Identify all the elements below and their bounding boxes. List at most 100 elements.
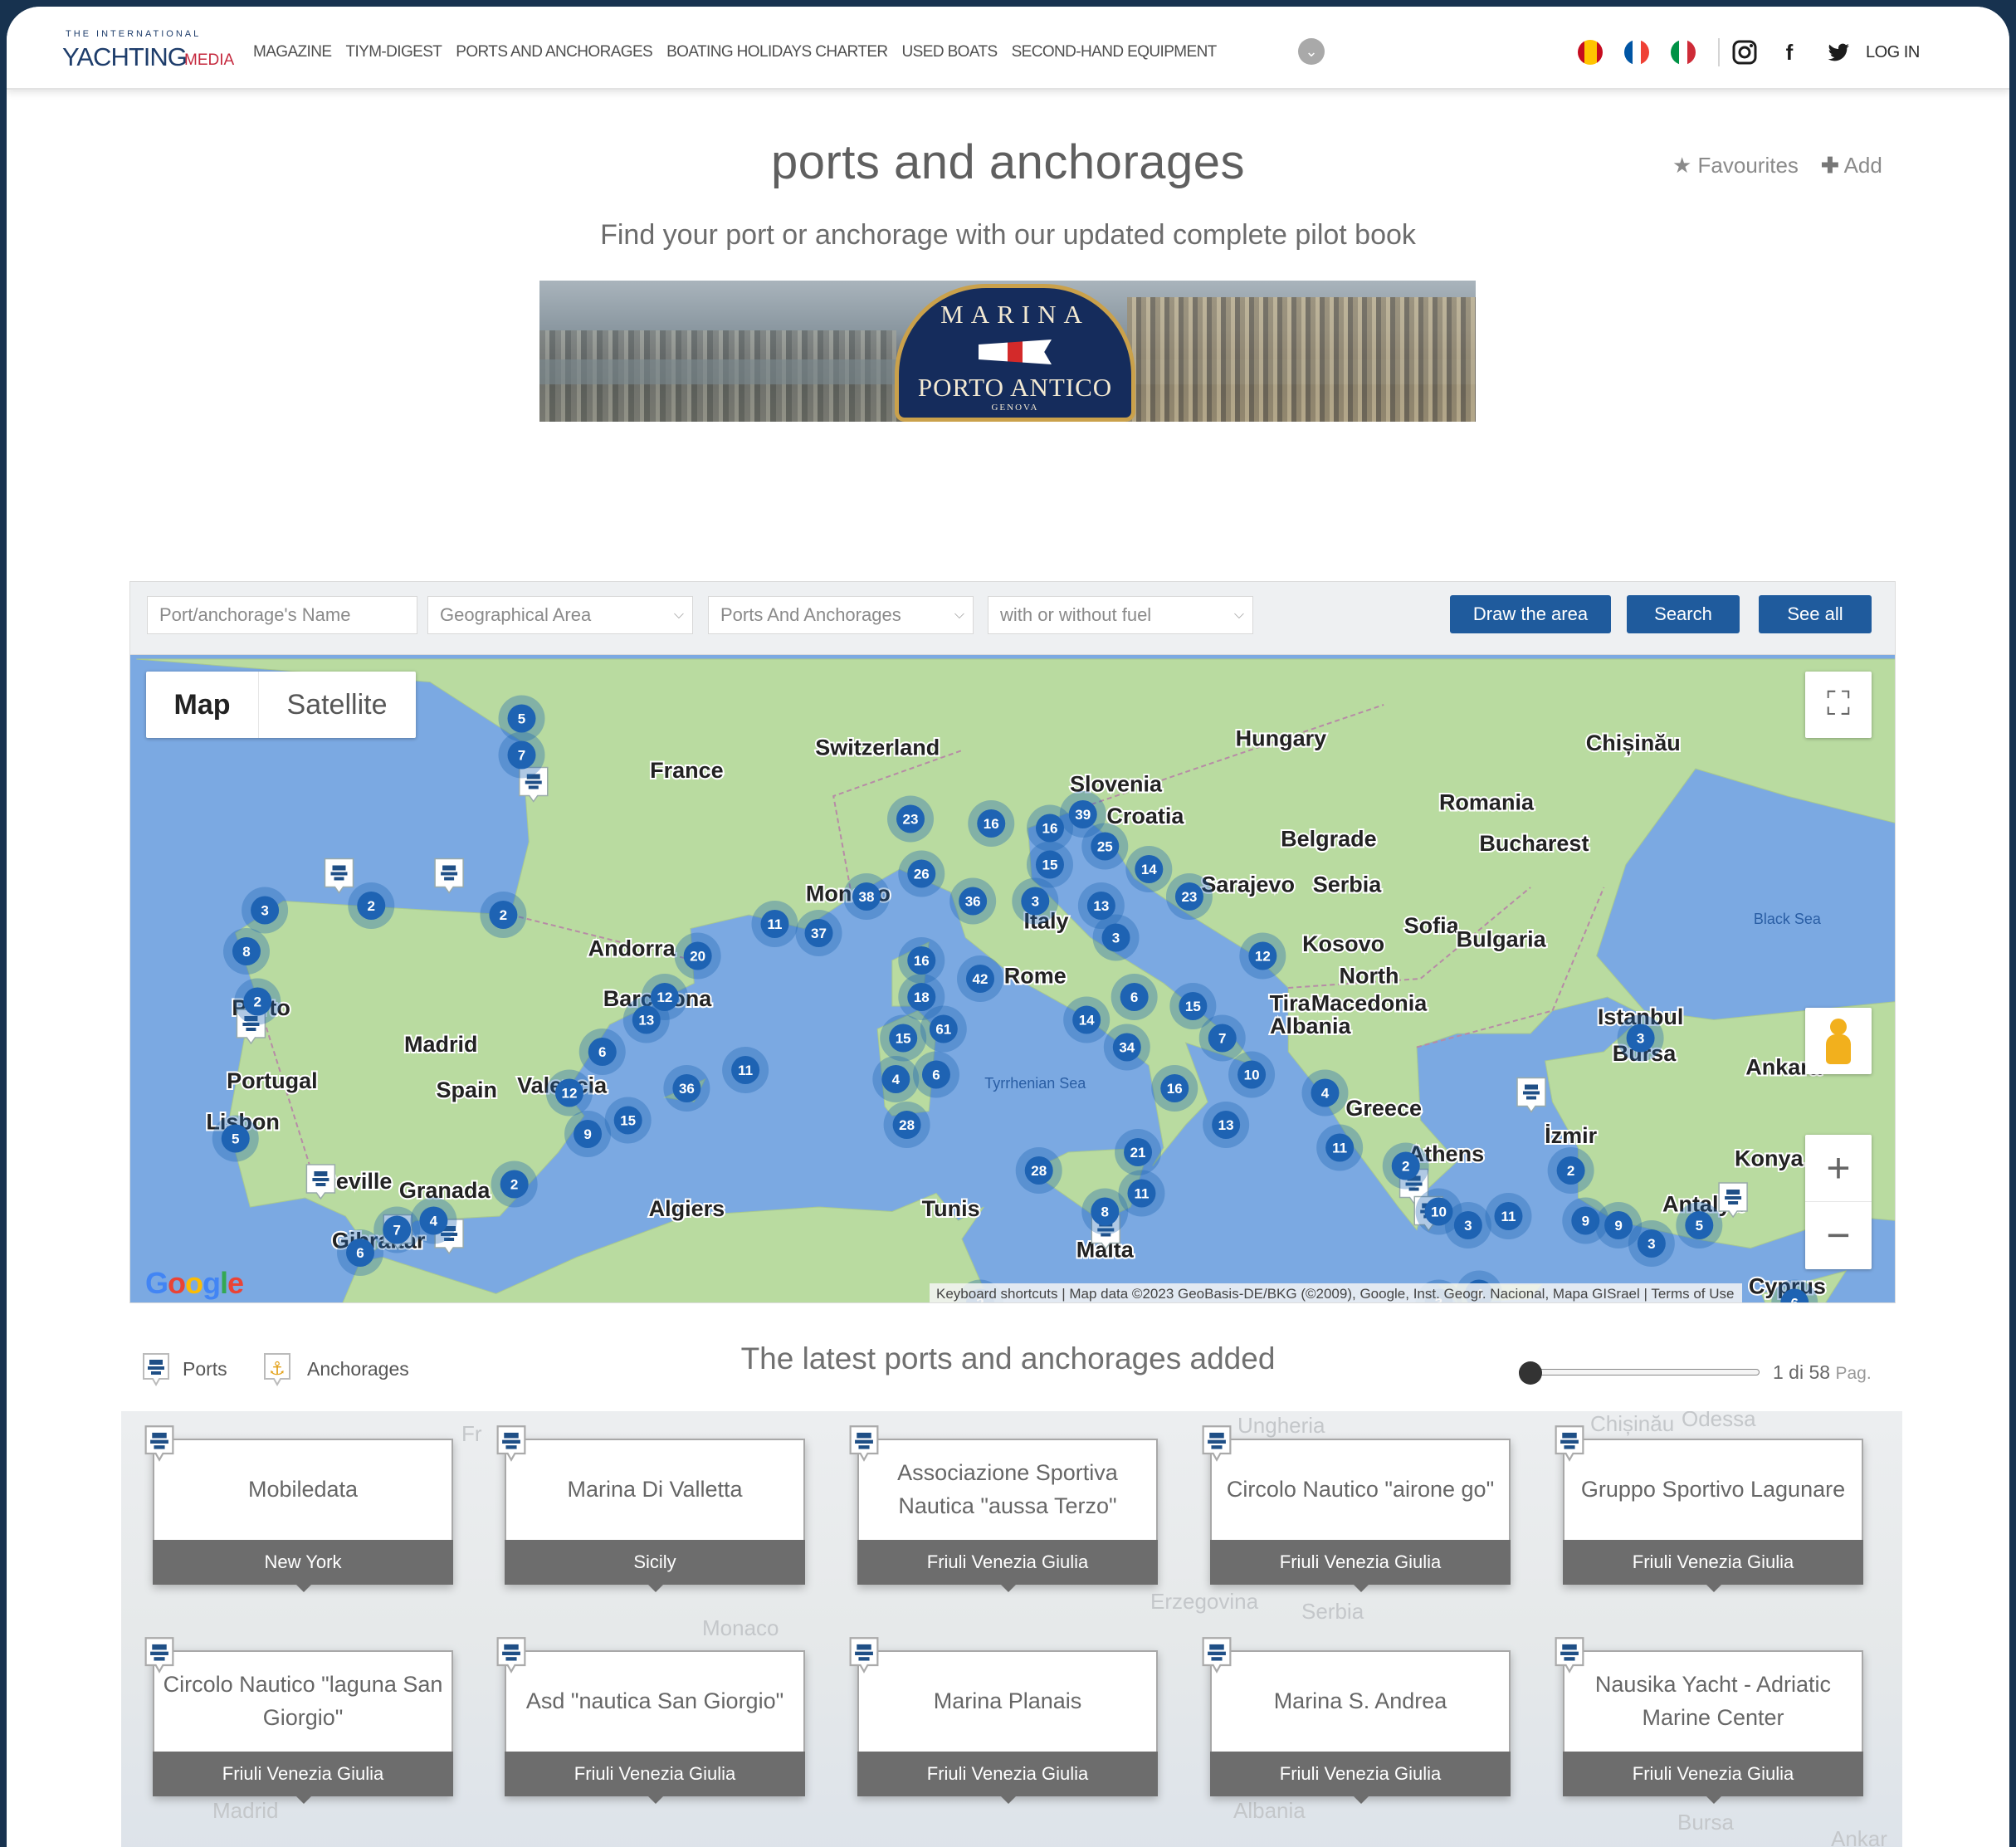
port-cluster-marker[interactable]: 3 [242,887,289,934]
instagram-icon[interactable] [1730,38,1759,66]
port-card[interactable]: Marina S. Andrea Friuli Venezia Giulia [1202,1637,1511,1804]
marina-porto-antico-banner[interactable]: MARINA PORTO ANTICO GENOVA [539,281,1476,422]
port-card[interactable]: Marina Planais Friuli Venezia Giulia [849,1637,1158,1804]
port-cluster-marker[interactable]: 7 [1198,1014,1246,1062]
add-link[interactable]: ✚ Add [1821,153,1882,178]
favourites-link[interactable]: ★ Favourites [1672,153,1799,178]
port-cluster-marker[interactable]: 4 [872,1056,920,1102]
page-slider-handle[interactable] [1519,1361,1542,1385]
zoom-out-button[interactable]: − [1805,1202,1872,1269]
port-cluster-marker[interactable]: 11 [751,901,798,947]
port-cluster-marker[interactable]: 37 [795,910,842,956]
port-cluster-marker[interactable]: 61 [920,1005,967,1053]
french-flag-icon[interactable] [1624,40,1649,65]
port-cluster-marker[interactable]: 11 [1485,1193,1532,1239]
port-cluster-marker[interactable]: 3 [1628,1220,1675,1267]
twitter-icon[interactable] [1824,38,1852,66]
map-attribution[interactable]: Keyboard shortcuts | Map data ©2023 GeoB… [930,1283,1743,1302]
port-cluster-marker[interactable]: 4 [1301,1069,1349,1117]
nav-link-used-boats[interactable]: USED BOATS [902,43,998,61]
nav-link-ports-and-anchorages[interactable]: PORTS AND ANCHORAGES [456,43,652,61]
port-cluster-marker[interactable]: 6 [578,1029,626,1075]
port-card[interactable]: Associazione Sportiva Nautica "aussa Ter… [849,1425,1158,1592]
port-cluster-marker[interactable]: 36 [663,1065,710,1112]
port-cluster-marker[interactable]: 11 [1316,1124,1364,1171]
zoom-in-button[interactable]: + [1805,1135,1872,1202]
port-card[interactable]: Circolo Nautico "airone go" Friuli Venezi… [1202,1425,1511,1592]
port-cluster-marker[interactable]: 3 [1444,1202,1491,1248]
port-card[interactable]: Nausika Yacht - Adriatic Marine Center Fr… [1555,1637,1863,1804]
page-slider-track[interactable] [1519,1369,1760,1375]
port-cluster-marker[interactable]: 2 [1547,1147,1594,1194]
port-cluster-marker[interactable]: 2 [491,1160,538,1208]
port-cluster-marker[interactable]: 13 [1203,1102,1250,1148]
port-cluster-marker[interactable]: 42 [957,955,1003,1002]
port-cluster-marker[interactable]: 13 [622,996,670,1043]
fuel-select[interactable]: with or without fuel ⌵ [988,596,1253,634]
port-cluster-marker[interactable]: 8 [223,928,270,975]
port-cluster-marker[interactable]: 16 [968,800,1015,847]
search-button[interactable]: Search [1627,595,1740,633]
port-cluster-marker[interactable]: 2 [480,892,527,938]
port-cluster-marker[interactable]: 26 [898,850,945,897]
port-card[interactable]: Asd "nautica San Giorgio" Friuli Venezia … [496,1637,805,1804]
street-view-pegman-icon[interactable] [1805,1008,1872,1074]
nav-link-tiym-digest[interactable]: TIYM-DIGEST [345,43,442,61]
port-pin-icon[interactable] [434,858,464,894]
port-cluster-marker[interactable]: 38 [842,873,890,920]
port-card[interactable]: Mobiledata New York [144,1425,453,1592]
port-cluster-marker[interactable]: 23 [1165,873,1213,920]
port-cluster-marker[interactable]: 2 [1382,1142,1429,1190]
nav-link-boating-holidays-charter[interactable]: BOATING HOLIDAYS CHARTER [666,43,888,61]
port-cluster-marker[interactable]: 11 [722,1047,769,1093]
nav-link-magazine[interactable]: MAGAZINE [253,43,332,61]
port-cluster-marker[interactable]: 14 [1125,846,1173,892]
port-cluster-marker[interactable]: 6 [337,1229,384,1276]
port-cluster-marker[interactable]: 5 [1676,1202,1723,1248]
port-cluster-marker[interactable]: 34 [1103,1024,1150,1071]
port-cluster-marker[interactable]: 21 [1115,1129,1162,1175]
facebook-icon[interactable]: f [1775,38,1804,66]
ports-map[interactable]: France Switzerland Hungary Chișinău Slovenia… [129,654,1896,1303]
see-all-button[interactable]: See all [1759,595,1872,633]
port-cluster-marker[interactable]: 10 [1228,1051,1276,1098]
port-cluster-marker[interactable]: 6 [1111,974,1158,1020]
port-card[interactable]: Gruppo Sportivo Lagunare Friuli Venezia G… [1555,1425,1863,1592]
map-view-button[interactable]: Map [146,672,259,738]
fullscreen-icon[interactable]: ⛶ [1805,672,1872,738]
port-cluster-marker[interactable]: 5 [212,1115,259,1162]
port-cluster-marker[interactable]: 23 [887,795,935,843]
port-name-input[interactable]: Port/anchorage's Name [147,596,417,634]
port-cluster-marker[interactable]: 25 [1081,823,1129,870]
port-cluster-marker[interactable]: 36 [949,877,997,925]
port-cluster-marker[interactable]: 2 [348,882,395,929]
port-cluster-marker[interactable]: 9 [564,1111,612,1157]
port-cluster-marker[interactable]: 15 [880,1014,927,1062]
spanish-flag-icon[interactable] [1578,40,1603,65]
chevron-down-icon[interactable]: ⌄ [1298,38,1325,65]
port-pin-icon[interactable] [324,858,354,894]
port-cluster-marker[interactable]: 28 [1015,1147,1062,1194]
port-cluster-marker[interactable]: 16 [1151,1065,1198,1112]
nav-link-second-hand-equipment[interactable]: SECOND-HAND EQUIPMENT [1012,43,1218,61]
port-cluster-marker[interactable]: 6 [912,1051,959,1098]
port-cluster-marker[interactable]: 3 [1617,1014,1664,1062]
satellite-view-button[interactable]: Satellite [259,672,415,738]
map-canvas[interactable]: FranceSwitzerland Hungary ChișinăuSlovenia… [130,655,1896,1303]
port-cluster-marker[interactable]: 15 [604,1097,652,1144]
site-logo[interactable]: THE INTERNATIONAL YACHTING MEDIA [62,29,249,79]
port-cluster-marker[interactable]: 3 [1092,914,1140,961]
port-cluster-marker[interactable]: 20 [674,932,721,980]
geographical-area-select[interactable]: Geographical Area ⌵ [427,596,693,634]
port-cluster-marker[interactable]: 5 [498,695,545,742]
port-cluster-marker[interactable]: 8 [1081,1188,1129,1235]
port-cluster-marker[interactable]: 28 [883,1102,930,1148]
italian-flag-icon[interactable] [1671,40,1696,65]
type-select[interactable]: Ports And Anchorages ⌵ [708,596,974,634]
port-card[interactable]: Marina Di Valletta Sicily [496,1425,805,1592]
login-link[interactable]: LOG IN [1866,43,1920,62]
draw-area-button[interactable]: Draw the area [1450,595,1611,633]
port-cluster-marker[interactable]: 2 [234,978,281,1025]
port-cluster-marker[interactable]: 14 [1063,996,1111,1043]
port-card[interactable]: Circolo Nautico "laguna San Giorgio" Friu… [144,1637,453,1804]
